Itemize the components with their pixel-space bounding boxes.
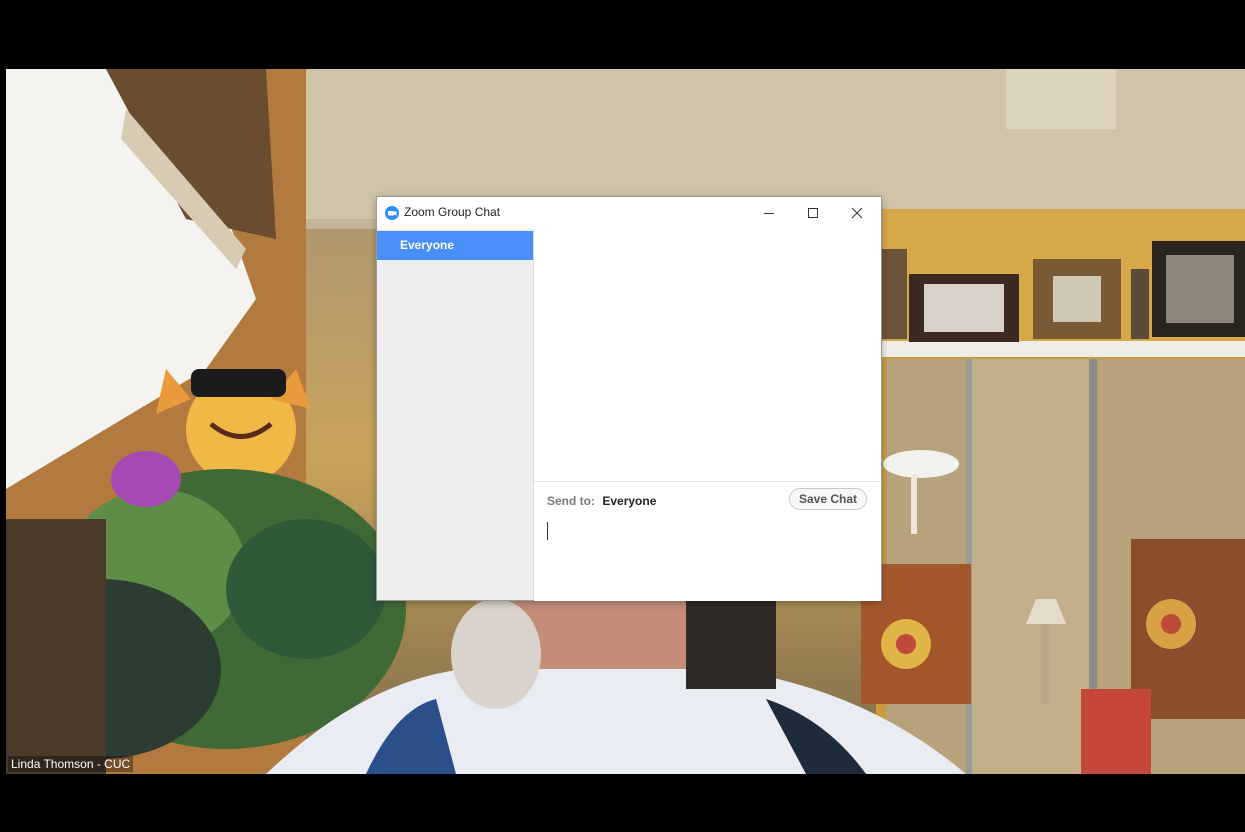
minimize-button[interactable]	[747, 197, 791, 229]
chat-messages-area[interactable]	[534, 229, 881, 481]
participant-name-label: Linda Thomson - CUC	[8, 756, 134, 772]
maximize-button[interactable]	[791, 197, 835, 229]
screen: Linda Thomson - CUC Zoom Group Chat Ever…	[0, 0, 1245, 832]
zoom-logo-icon	[385, 206, 399, 220]
maximize-icon	[808, 208, 818, 218]
minimize-icon	[764, 213, 774, 214]
zoom-group-chat-window[interactable]: Zoom Group Chat Everyone Send to: Everyo…	[377, 197, 881, 601]
sidebar-item-everyone[interactable]: Everyone	[377, 231, 533, 260]
save-chat-button[interactable]: Save Chat	[788, 488, 867, 510]
send-to-label: Send to:	[547, 494, 595, 508]
close-icon	[851, 207, 863, 219]
send-to-recipient-dropdown[interactable]: Everyone	[602, 494, 656, 508]
text-cursor	[547, 522, 548, 540]
window-title: Zoom Group Chat	[404, 205, 501, 219]
chat-recipient-sidebar: Everyone	[377, 229, 534, 600]
message-input[interactable]	[544, 518, 874, 592]
chat-composer: Send to: Everyone Save Chat	[534, 481, 881, 601]
window-titlebar[interactable]: Zoom Group Chat	[377, 197, 881, 229]
send-to-row: Send to: Everyone	[547, 494, 656, 508]
close-button[interactable]	[835, 197, 879, 229]
